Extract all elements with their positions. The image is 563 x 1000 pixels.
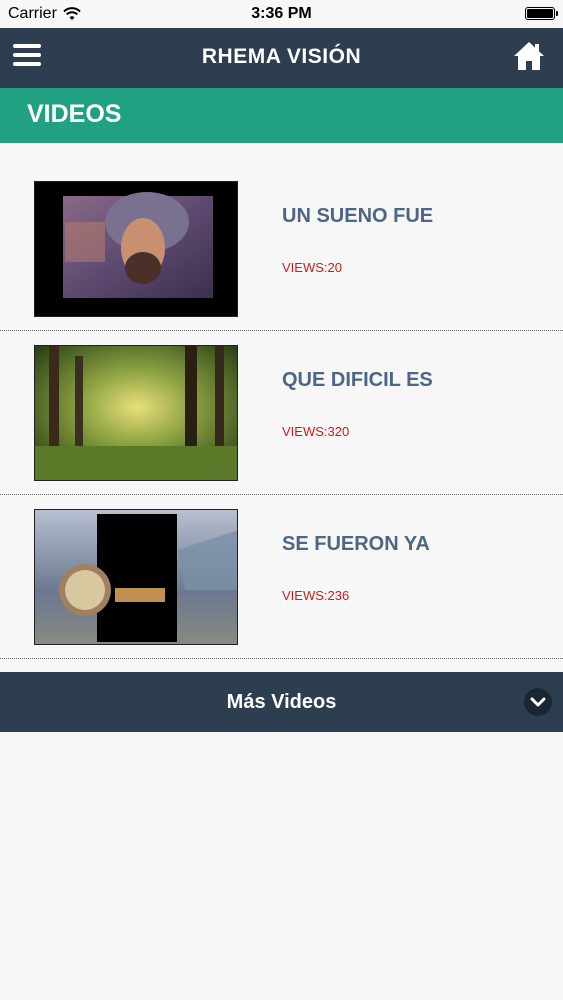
video-views: VIEWS:320 bbox=[282, 424, 350, 439]
video-views: VIEWS:236 bbox=[282, 588, 350, 603]
status-time: 3:36 PM bbox=[251, 5, 312, 22]
video-list: UN SUENO FUE VIEWS:20 QUE DIFICIL ES VIE… bbox=[0, 167, 563, 659]
battery-icon bbox=[525, 7, 558, 20]
video-views: VIEWS:20 bbox=[282, 260, 342, 275]
status-bar: Carrier 3:36 PM bbox=[0, 0, 563, 28]
video-item[interactable]: QUE DIFICIL ES VIEWS:320 bbox=[0, 331, 563, 495]
video-item[interactable]: SE FUERON YA VIEWS:236 bbox=[0, 495, 563, 659]
section-header: VIDEOS bbox=[0, 88, 563, 143]
more-videos-button[interactable]: Más Videos bbox=[0, 672, 563, 732]
video-title[interactable]: SE FUERON YA bbox=[282, 533, 430, 556]
video-thumbnail[interactable] bbox=[34, 345, 238, 481]
video-thumbnail[interactable] bbox=[34, 181, 238, 317]
video-title[interactable]: UN SUENO FUE bbox=[282, 205, 433, 228]
more-videos-label: Más Videos bbox=[226, 691, 337, 713]
navbar: RHEMA VISIÓN bbox=[0, 28, 563, 88]
home-icon[interactable] bbox=[513, 40, 545, 72]
chevron-down-icon[interactable] bbox=[524, 688, 552, 716]
section-title: VIDEOS bbox=[27, 100, 122, 128]
video-title[interactable]: QUE DIFICIL ES bbox=[282, 369, 433, 392]
video-item[interactable]: UN SUENO FUE VIEWS:20 bbox=[0, 167, 563, 331]
app-title: RHEMA VISIÓN bbox=[201, 45, 362, 68]
video-thumbnail[interactable] bbox=[34, 509, 238, 645]
